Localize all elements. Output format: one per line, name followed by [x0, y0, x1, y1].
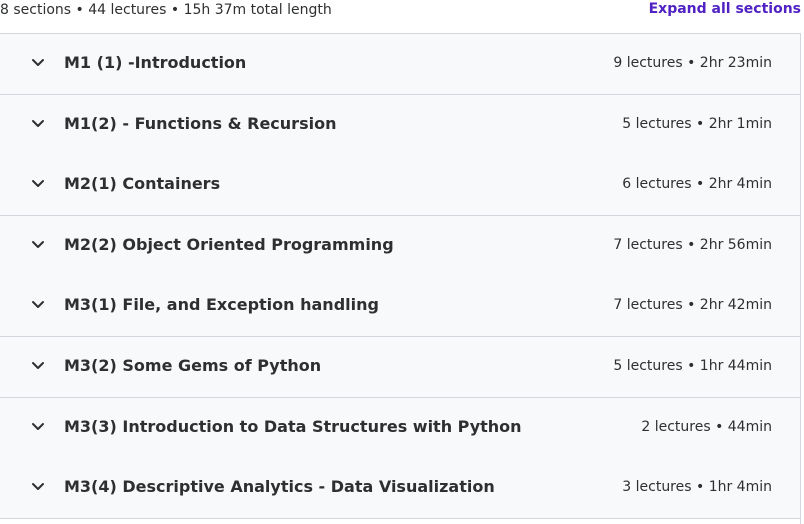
section-row[interactable]: M3(1) File, and Exception handling 7 lec…	[0, 276, 800, 337]
section-meta: 9 lectures • 2hr 23min	[613, 55, 772, 71]
section-title: M1(2) - Functions & Recursion	[64, 114, 337, 133]
curriculum-summary: 8 sections • 44 lectures • 15h 37m total…	[0, 2, 332, 18]
section-meta: 2 lectures • 44min	[641, 419, 772, 435]
chevron-down-icon	[31, 422, 45, 432]
section-row[interactable]: M1(2) - Functions & Recursion 5 lectures…	[0, 95, 800, 156]
chevron-down-icon	[31, 179, 45, 189]
chevron-down-icon	[31, 300, 45, 310]
section-row[interactable]: M3(2) Some Gems of Python 5 lectures • 1…	[0, 337, 800, 398]
section-title: M3(3) Introduction to Data Structures wi…	[64, 417, 522, 436]
section-meta: 3 lectures • 1hr 4min	[622, 479, 772, 495]
expand-all-sections-button[interactable]: Expand all sections	[649, 1, 801, 17]
chevron-down-icon	[31, 58, 45, 68]
section-row[interactable]: M2(1) Containers 6 lectures • 2hr 4min	[0, 155, 800, 216]
section-meta: 7 lectures • 2hr 42min	[613, 297, 772, 313]
section-title: M1 (1) -Introduction	[64, 53, 247, 72]
chevron-down-icon	[31, 482, 45, 492]
section-meta: 6 lectures • 2hr 4min	[622, 176, 772, 192]
chevron-down-icon	[31, 240, 45, 250]
section-title: M2(1) Containers	[64, 174, 221, 193]
section-row[interactable]: M3(4) Descriptive Analytics - Data Visua…	[0, 458, 800, 519]
section-title: M2(2) Object Oriented Programming	[64, 235, 394, 254]
curriculum-section-list: M1 (1) -Introduction 9 lectures • 2hr 23…	[0, 33, 801, 524]
section-title: M3(2) Some Gems of Python	[64, 356, 322, 375]
section-title: M3(4) Descriptive Analytics - Data Visua…	[64, 477, 495, 496]
section-meta: 5 lectures • 1hr 44min	[613, 358, 772, 374]
chevron-down-icon	[31, 361, 45, 371]
section-row[interactable]: M3(3) Introduction to Data Structures wi…	[0, 398, 800, 459]
section-row[interactable]: M2(2) Object Oriented Programming 7 lect…	[0, 216, 800, 277]
section-meta: 7 lectures • 2hr 56min	[613, 237, 772, 253]
section-meta: 5 lectures • 2hr 1min	[622, 116, 772, 132]
section-row[interactable]: M1 (1) -Introduction 9 lectures • 2hr 23…	[0, 34, 800, 95]
section-title: M3(1) File, and Exception handling	[64, 295, 379, 314]
curriculum-summary-bar: 8 sections • 44 lectures • 15h 37m total…	[0, 0, 804, 22]
chevron-down-icon	[31, 119, 45, 129]
